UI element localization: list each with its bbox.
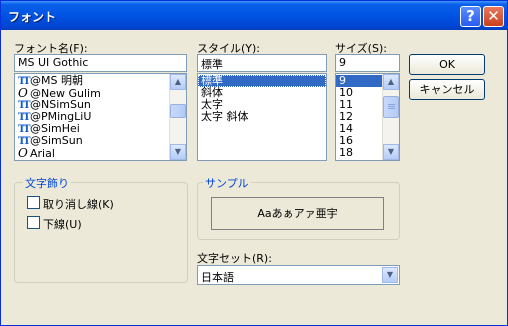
scroll-thumb[interactable] [383, 96, 399, 118]
style-value: 標準 [201, 58, 223, 71]
font-list-item-label: @MS 明朝 [30, 74, 83, 87]
underline-label[interactable]: 下線(U) [43, 216, 82, 232]
style-input[interactable]: 標準 [197, 54, 327, 72]
style-list-item[interactable]: 太字 斜体 [198, 111, 326, 123]
size-list[interactable]: 9 10 11 12 14 16 18 ▲ ▼ [335, 73, 400, 161]
window-title: フォント [8, 10, 57, 24]
font-list-item[interactable]: TT@SimSun [15, 134, 170, 148]
font-list-item-label: Arial [30, 147, 55, 160]
scroll-down-icon[interactable]: ▼ [383, 144, 399, 160]
size-value: 9 [339, 56, 346, 69]
style-list[interactable]: 標準 斜体 太字 太字 斜体 [197, 73, 327, 161]
font-dialog: フォント ? ✕ フォント名(F): MS UI Gothic TT@MS 明朝… [0, 0, 508, 326]
ok-button[interactable]: OK [409, 54, 485, 75]
font-list-item[interactable]: O Arial [15, 146, 170, 160]
chevron-down-icon[interactable]: ▼ [382, 267, 398, 283]
strikeout-label[interactable]: 取り消し線(K) [43, 196, 114, 212]
underline-checkbox[interactable] [27, 216, 40, 229]
scroll-up-icon[interactable]: ▲ [383, 74, 399, 90]
close-button[interactable]: ✕ [483, 6, 504, 27]
cancel-button[interactable]: キャンセル [409, 79, 485, 100]
sample-preview: Aaあぁアァ亜宇 [211, 197, 384, 230]
charset-label: 文字セット(R): [197, 252, 272, 265]
question-icon: ? [466, 7, 475, 25]
close-icon: ✕ [487, 7, 500, 25]
size-input[interactable]: 9 [335, 54, 400, 72]
strikeout-checkbox[interactable] [27, 196, 40, 209]
font-list-item[interactable]: TT@MS 明朝 [15, 74, 170, 88]
size-list-item[interactable]: 18 [336, 147, 383, 159]
font-name-value: MS UI Gothic [18, 56, 89, 69]
scroll-up-icon[interactable]: ▲ [170, 74, 186, 90]
sample-title: サンプル [203, 175, 251, 191]
title-bar[interactable]: フォント ? ✕ [1, 1, 507, 30]
font-name-input[interactable]: MS UI Gothic [14, 54, 187, 72]
scroll-thumb[interactable] [170, 104, 186, 118]
font-list-item-label: @SimSun [30, 134, 83, 147]
size-list-scrollbar[interactable]: ▲ ▼ [382, 74, 399, 160]
charset-value: 日本語 [201, 271, 234, 284]
sample-text: Aaあぁアァ亜宇 [257, 207, 338, 220]
scroll-down-icon[interactable]: ▼ [170, 144, 186, 160]
opentype-icon: O [18, 146, 28, 160]
help-button[interactable]: ? [460, 6, 481, 27]
font-list-scrollbar[interactable]: ▲ ▼ [169, 74, 186, 160]
opentype-icon: O [18, 86, 28, 100]
font-name-list[interactable]: TT@MS 明朝 O @New Gulim TT@NSimSun TT@PMingLiU… [14, 73, 187, 161]
effects-title: 文字飾り [23, 175, 71, 191]
charset-select[interactable]: 日本語 ▼ [197, 265, 400, 285]
